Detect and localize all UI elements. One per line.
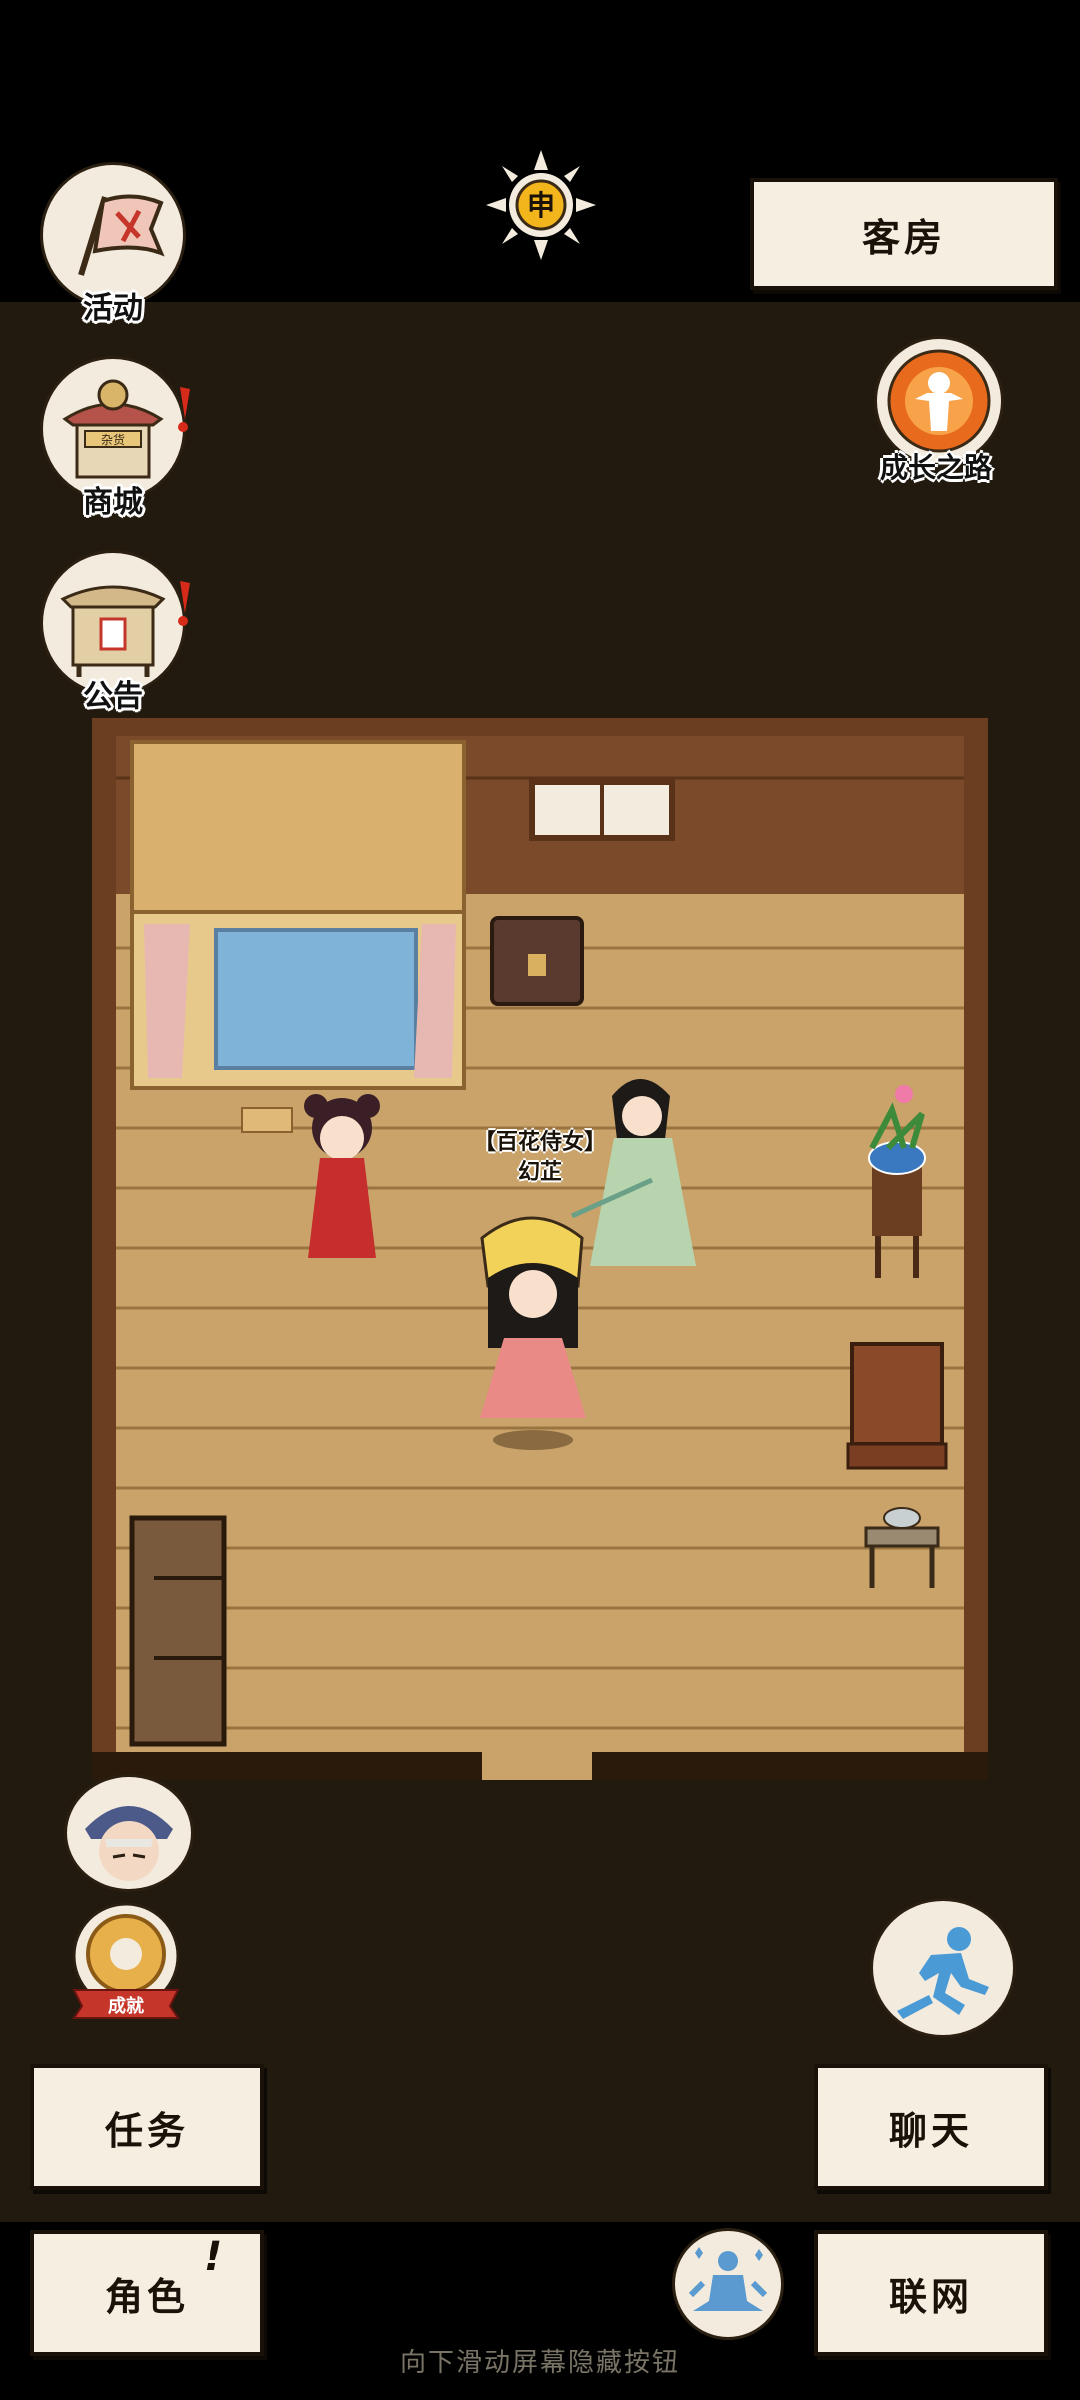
role-button[interactable]: 角色 ! [30,2230,264,2356]
shop-sign: 杂货 [101,432,125,447]
time-symbol: 申 [527,189,555,222]
role-alert: ! [204,2234,227,2280]
growth-path-icon [887,349,991,453]
npc-title: 【百花侍女】 [473,1130,606,1155]
meditate-icon [688,2247,768,2311]
achievement-medal-icon: 成就 [72,1902,180,2019]
companion-button[interactable] [64,1774,194,1892]
activity-label: 活动 [83,291,143,326]
shop-button[interactable]: 杂货 商城 [40,356,190,520]
run-icon [897,1927,989,2019]
swipe-hint: 向下滑动屏幕隐藏按钮 [399,2348,680,2378]
sun-icon[interactable]: 申 [486,150,596,260]
location-label: 客房 [861,215,946,260]
chat-label: 聊天 [888,2108,973,2153]
companion-portrait-icon [85,1806,173,1881]
shop-alert-icon [178,387,190,432]
achievement-label: 成就 [108,1995,144,2017]
notice-button[interactable]: 公告 [40,550,190,714]
growth-label: 成长之路 [879,451,992,484]
role-label: 角色 [104,2274,189,2319]
shop-label: 商城 [83,485,143,520]
network-button[interactable]: 联网 [814,2230,1048,2356]
task-button[interactable]: 任务 [30,2064,264,2190]
notice-label: 公告 [83,679,143,714]
network-label: 联网 [888,2274,973,2319]
notice-alert-icon [178,581,190,626]
task-label: 任务 [104,2108,189,2153]
meditate-button[interactable] [672,2228,784,2340]
chat-button[interactable]: 聊天 [814,2064,1048,2190]
activity-button[interactable]: 活动 [40,162,186,326]
room-scene [92,718,988,1780]
location-button[interactable]: 客房 [750,178,1058,290]
npc-name[interactable]: 幻芷 [440,1158,640,1188]
run-button[interactable] [870,1898,1016,2038]
achievement-button[interactable]: 成就 [64,1902,188,2020]
